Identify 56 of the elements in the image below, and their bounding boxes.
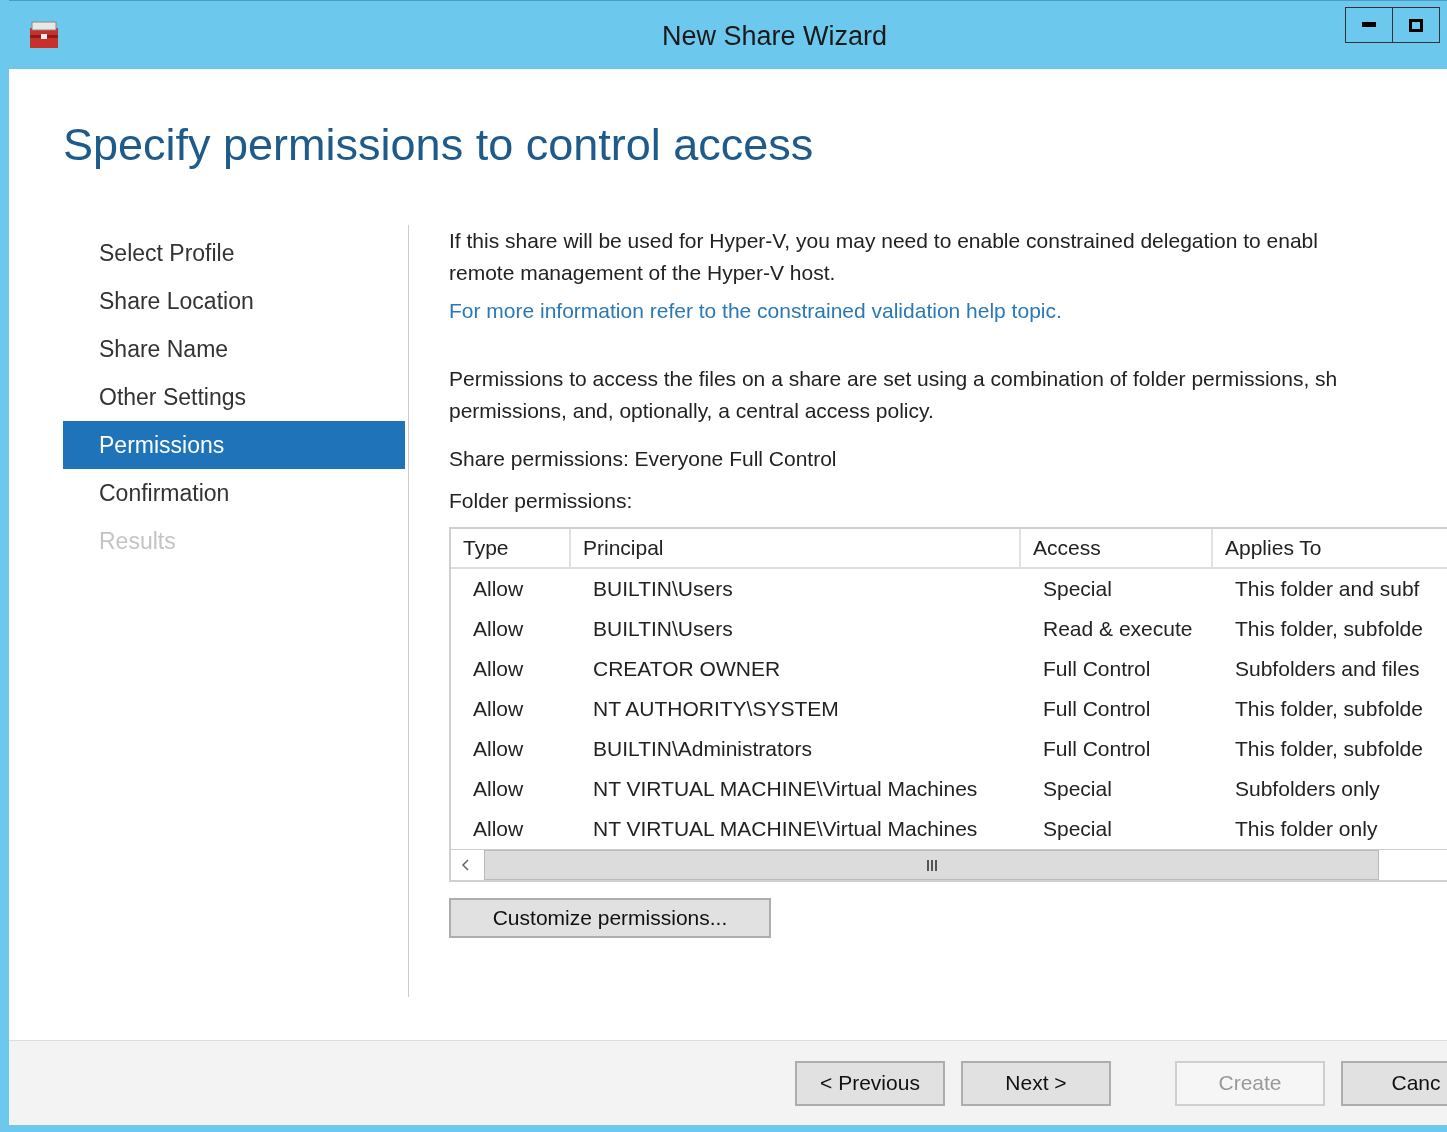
table-cell-text: Allow xyxy=(472,696,525,722)
table-cell-text: Full Control xyxy=(1042,736,1152,762)
column-header[interactable]: Applies To xyxy=(1213,529,1447,567)
table-cell-text: Allow xyxy=(472,656,525,682)
wizard-button[interactable]: Next > xyxy=(961,1060,1111,1106)
table-cell-text: Allow xyxy=(472,616,525,642)
table-cell-text: This folder, subfolde xyxy=(1234,616,1424,642)
window-title: New Share Wizard xyxy=(662,21,888,52)
table-cell-text: BUILTIN\Users xyxy=(592,576,734,602)
wizard-step[interactable]: Share Name xyxy=(63,325,405,373)
table-cell-text: Special xyxy=(1042,816,1113,842)
minimize-button[interactable] xyxy=(1345,7,1393,43)
table-cell-text: BUILTIN\Administrators xyxy=(592,736,813,762)
wizard-step[interactable]: Other Settings xyxy=(63,373,405,421)
table-cell-text: CREATOR OWNER xyxy=(592,656,782,682)
table-cell-text: NT VIRTUAL MACHINE\Virtual Machines xyxy=(592,816,979,842)
maximize-icon xyxy=(1409,18,1423,32)
table-cell-text: Special xyxy=(1042,776,1113,802)
grip-icon xyxy=(925,859,938,871)
table-cell-text: Subfolders and files xyxy=(1234,656,1421,682)
table-cell-text: Read & execute xyxy=(1042,616,1194,642)
permissions-text: Permissions to access the files on a share are set using a combination of folder permissions, sh permissions, and, optionally, a central access policy. xyxy=(449,366,1338,424)
share-permissions-text: Share permissions: Everyone Full Control xyxy=(449,447,837,471)
table-cell-text: Allow xyxy=(472,776,525,802)
table-cell-text: Allow xyxy=(472,736,525,762)
wizard-button[interactable]: < Previous xyxy=(795,1060,945,1106)
wizard-button[interactable]: Canc xyxy=(1341,1060,1447,1106)
wizard-step[interactable]: Confirmation xyxy=(63,469,405,517)
table-cell-text: Allow xyxy=(472,816,525,842)
minimize-icon xyxy=(1362,22,1376,28)
table-cell-text: Full Control xyxy=(1042,656,1152,682)
table-cell-text: NT AUTHORITY\SYSTEM xyxy=(592,696,840,722)
scroll-left-icon[interactable] xyxy=(461,858,471,872)
toolbox-icon xyxy=(28,20,60,50)
wizard-step[interactable]: Permissions xyxy=(63,421,405,469)
table-cell-text: Allow xyxy=(472,576,525,602)
customize-permissions-button[interactable]: Customize permissions... xyxy=(449,898,771,938)
table-cell-text: This folder, subfolde xyxy=(1234,736,1424,762)
table-cell-text: NT VIRTUAL MACHINE\Virtual Machines xyxy=(592,776,979,802)
table-cell-text: This folder and subf xyxy=(1234,576,1421,602)
page-heading: Specify permissions to control access xyxy=(63,119,815,172)
wizard-step[interactable]: Select Profile xyxy=(63,229,405,277)
table-cell-text: This folder, subfolde xyxy=(1234,696,1424,722)
column-header[interactable]: Type xyxy=(451,529,571,567)
intro-text: If this share will be used for Hyper-V, you may need to enable constrained delegation to enabl remote management of the Hyper-V host. xyxy=(449,228,1318,286)
wizard-step[interactable]: Share Location xyxy=(63,277,405,325)
column-header[interactable]: Access xyxy=(1021,529,1213,567)
table-cell-text: Subfolders only xyxy=(1234,776,1381,802)
table-cell-text: This folder only xyxy=(1234,816,1379,842)
table-cell-text: Special xyxy=(1042,576,1113,602)
table-cell-text: BUILTIN\Users xyxy=(592,616,734,642)
table-cell-text: Full Control xyxy=(1042,696,1152,722)
maximize-button[interactable] xyxy=(1392,7,1440,43)
column-header[interactable]: Principal xyxy=(571,529,1021,567)
folder-permissions-label: Folder permissions: xyxy=(449,489,633,513)
help-link[interactable]: For more information refer to the constrained validation help topic. xyxy=(449,299,1062,323)
